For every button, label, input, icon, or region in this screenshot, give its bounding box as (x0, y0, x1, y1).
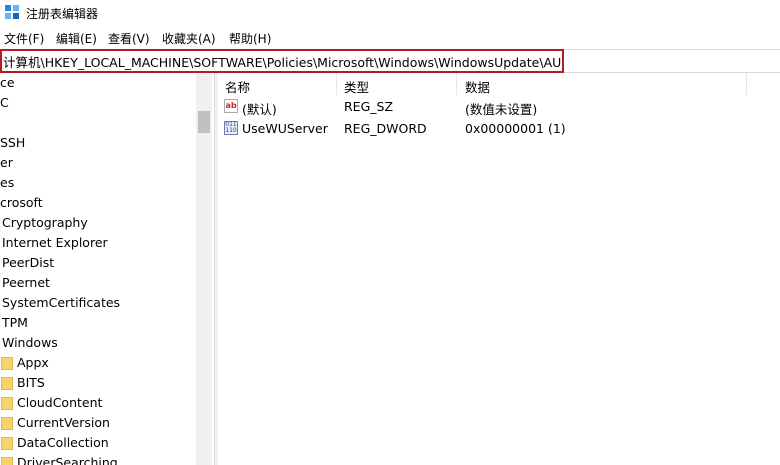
menu-favorites[interactable]: 收藏夹(A) (162, 30, 216, 47)
folder-icon (1, 437, 13, 450)
tree-item[interactable]: C (0, 95, 9, 110)
folder-icon (1, 417, 13, 430)
column-divider[interactable] (456, 73, 457, 95)
tree-item[interactable]: Peernet (2, 275, 50, 290)
value-type: REG_DWORD (344, 121, 427, 136)
tree-item[interactable]: es (0, 175, 14, 190)
registry-editor-icon (5, 5, 20, 20)
tree-scrollbar[interactable] (196, 73, 212, 465)
tree-item[interactable]: CloudContent (17, 395, 102, 410)
menu-bar: 文件(F) 编辑(E) 查看(V) 收藏夹(A) 帮助(H) (0, 28, 780, 48)
folder-icon (1, 397, 13, 410)
column-divider[interactable] (336, 73, 337, 95)
tree-scrollbar-thumb[interactable] (198, 111, 210, 133)
column-header-name[interactable]: 名称 (225, 77, 250, 96)
value-data: (数值未设置) (465, 102, 538, 117)
tree-item[interactable]: Cryptography (2, 215, 88, 230)
dword-value-icon: 011 110 (224, 121, 238, 135)
menu-file[interactable]: 文件(F) (4, 30, 44, 47)
menu-view[interactable]: 查看(V) (108, 30, 150, 47)
tree-item[interactable]: crosoft (0, 195, 43, 210)
tree-item[interactable]: PeerDist (2, 255, 54, 270)
value-data: 0x00000001 (1) (465, 121, 566, 136)
tree-item[interactable]: CurrentVersion (17, 415, 110, 430)
value-type: REG_SZ (344, 99, 394, 114)
address-path[interactable]: 计算机\HKEY_LOCAL_MACHINE\SOFTWARE\Policies… (3, 52, 561, 71)
value-name: UseWUServer (242, 121, 328, 136)
menu-edit[interactable]: 编辑(E) (56, 30, 97, 47)
folder-icon (1, 357, 13, 370)
value-name: (默认) (242, 102, 277, 117)
tree-item[interactable]: SSH (0, 135, 25, 150)
address-bar[interactable]: 计算机\HKEY_LOCAL_MACHINE\SOFTWARE\Policies… (0, 49, 780, 73)
tree-item[interactable]: SystemCertificates (2, 295, 120, 310)
menu-help[interactable]: 帮助(H) (229, 30, 271, 47)
column-divider[interactable] (746, 73, 747, 95)
folder-icon (1, 377, 13, 390)
tree-item[interactable]: Appx (17, 355, 49, 370)
tree-item[interactable]: Windows (2, 335, 58, 350)
values-list: 名称 类型 数据 ab (默认) REG_SZ (数值未设置) 011 110 U… (218, 73, 780, 465)
value-row[interactable]: 011 110 UseWUServer REG_DWORD 0x00000001 … (218, 119, 780, 139)
tree-item[interactable]: ce (0, 75, 15, 90)
tree-item[interactable]: DataCollection (17, 435, 109, 450)
value-row[interactable]: ab (默认) REG_SZ (数值未设置) (218, 97, 780, 117)
string-value-icon: ab (224, 99, 238, 113)
column-header-data[interactable]: 数据 (465, 77, 490, 96)
list-header: 名称 类型 数据 (218, 73, 780, 95)
tree-item[interactable]: er (0, 155, 13, 170)
tree-item[interactable]: Internet Explorer (2, 235, 108, 250)
tree-item[interactable]: BITS (17, 375, 45, 390)
folder-icon (1, 457, 13, 465)
column-header-type[interactable]: 类型 (344, 77, 369, 96)
title-bar: 注册表编辑器 (0, 0, 780, 26)
tree-item[interactable]: DriverSearching (17, 455, 118, 465)
registry-key-tree: ce C SSH er es crosoft Cryptography Inte… (0, 73, 196, 465)
tree-item[interactable]: TPM (2, 315, 28, 330)
window-title: 注册表编辑器 (26, 7, 99, 21)
